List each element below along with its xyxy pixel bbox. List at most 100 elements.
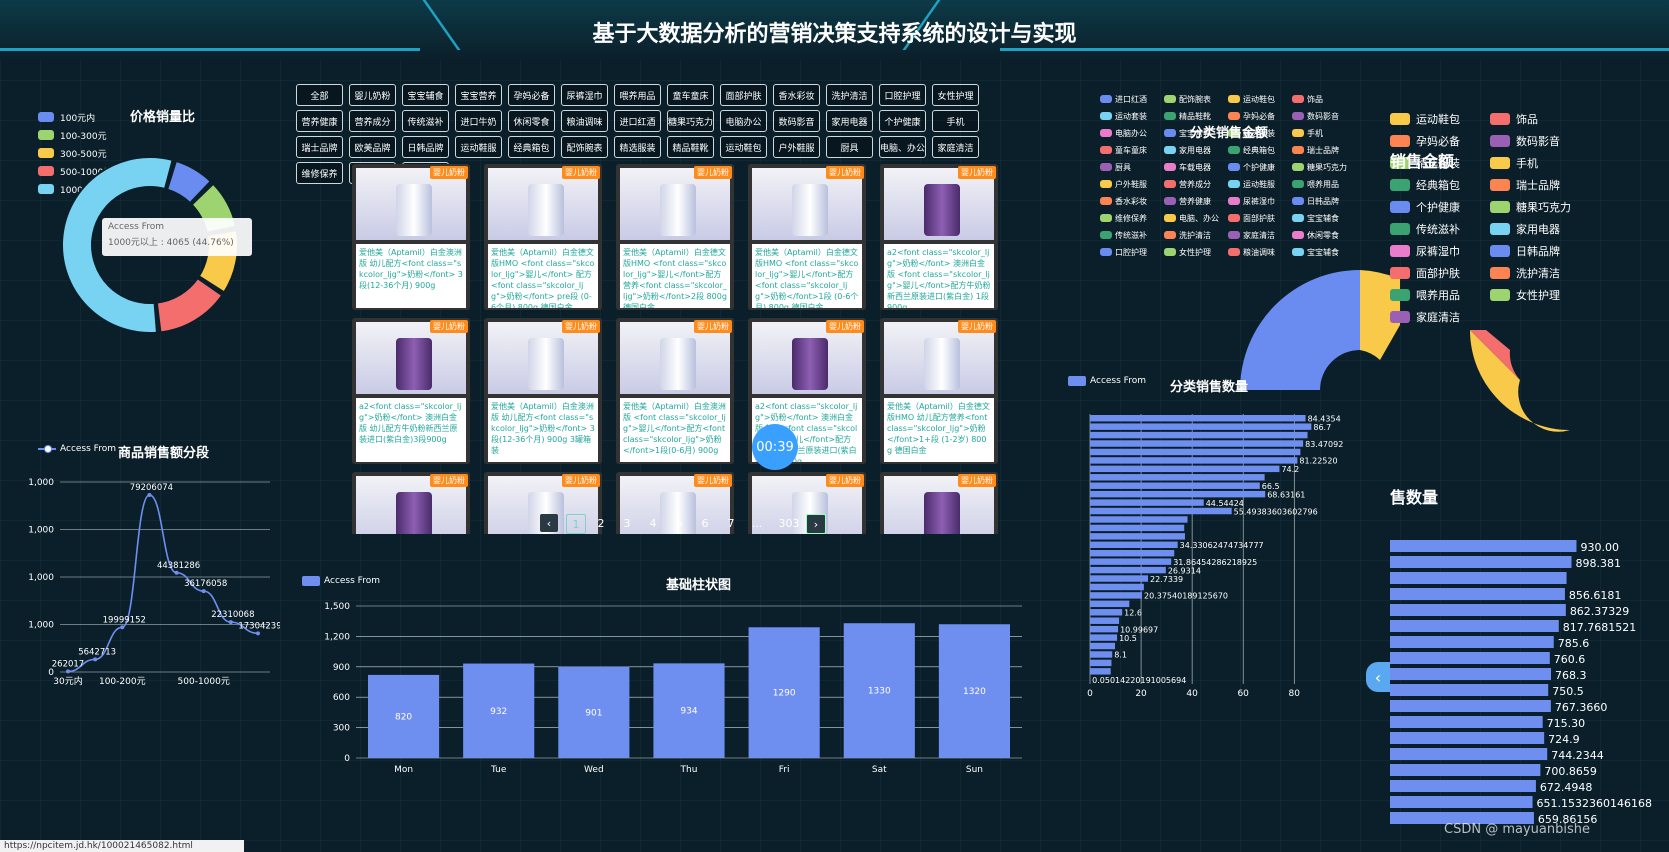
category-legend-item[interactable]: 个护健康 <box>1228 158 1275 176</box>
pager-page[interactable]: 6 <box>696 514 714 532</box>
category-button[interactable]: 营养健康 <box>296 110 343 132</box>
category-button[interactable]: 瑞士品牌 <box>296 136 343 158</box>
price-legend-item[interactable]: 100元内 <box>38 108 112 126</box>
category-button[interactable]: 个护健康 <box>879 110 926 132</box>
pager-page[interactable]: 4 <box>644 514 662 532</box>
category-legend-item[interactable]: 运动鞋包 <box>1228 90 1275 108</box>
category-button[interactable]: 厨具 <box>826 136 873 158</box>
category-button[interactable]: 婴儿奶粉 <box>349 84 396 106</box>
right-legend-item[interactable]: 饰品 <box>1490 110 1538 128</box>
category-button[interactable]: 面部护肤 <box>720 84 767 106</box>
category-sales-legend[interactable]: Access From <box>1068 376 1146 386</box>
category-legend-item[interactable]: 进口红酒 <box>1100 90 1147 108</box>
pager-next-button[interactable]: › <box>806 514 826 534</box>
right-legend-item[interactable]: 数码影音 <box>1490 132 1560 150</box>
category-legend-item[interactable]: 香水彩妆 <box>1100 192 1147 210</box>
category-legend-item[interactable]: 宝宝辅食 <box>1292 209 1339 227</box>
price-legend-item[interactable]: 100-300元 <box>38 126 112 144</box>
category-legend-item[interactable]: 电脑、办公 <box>1164 209 1219 227</box>
right-legend-item[interactable]: 糖果巧克力 <box>1490 198 1571 216</box>
product-card[interactable]: 婴儿奶粉 a2<font class="skcolor_ljg">奶粉</font… <box>352 318 470 464</box>
category-legend-item[interactable]: 日韩品牌 <box>1292 192 1339 210</box>
category-legend-item[interactable]: 手机 <box>1292 124 1323 142</box>
category-button[interactable]: 精品鞋靴 <box>667 136 714 158</box>
category-button[interactable]: 香水彩妆 <box>773 84 820 106</box>
category-legend-item[interactable]: 休闲零食 <box>1292 226 1339 244</box>
right-legend-item[interactable]: 传统滋补 <box>1390 220 1460 238</box>
category-button[interactable]: 欧美品牌 <box>349 136 396 158</box>
category-legend-item[interactable]: 尿裤湿巾 <box>1228 192 1275 210</box>
product-card[interactable]: 婴儿奶粉 爱他美（Aptamil）白金德文版HMO 幼儿配方营养<font cla… <box>880 318 998 464</box>
category-legend-item[interactable]: 糖果巧克力 <box>1292 158 1347 176</box>
category-legend-item[interactable]: 传统滋补 <box>1100 226 1147 244</box>
category-legend-item[interactable]: 营养成分 <box>1164 175 1211 193</box>
category-button[interactable]: 手机 <box>932 110 979 132</box>
product-card[interactable]: 婴儿奶粉 爱他美（Aptamil）白金德文版HMO <font class="sk… <box>484 164 602 310</box>
right-legend-item[interactable]: 个护健康 <box>1390 198 1460 216</box>
right-legend-item[interactable]: 家庭清洁 <box>1390 308 1460 326</box>
category-legend-item[interactable]: 数码影音 <box>1292 107 1339 125</box>
category-legend-item[interactable]: 车载电器 <box>1164 158 1211 176</box>
product-card[interactable]: 婴儿奶粉 <box>352 472 470 534</box>
right-legend-item[interactable]: 手机 <box>1490 154 1538 172</box>
category-button[interactable]: 休闲零食 <box>508 110 555 132</box>
product-card[interactable]: 婴儿奶粉 爱他美（Aptamil）白金澳洲版 幼儿配方<font class="s… <box>484 318 602 464</box>
category-legend-item[interactable]: 维修保养 <box>1100 209 1147 227</box>
product-card[interactable]: 婴儿奶粉 爱他美（Aptamil）白金德文版HMO <font class="sk… <box>616 164 734 310</box>
category-legend-item[interactable]: 厨具 <box>1100 158 1131 176</box>
product-card[interactable]: 婴儿奶粉 <box>880 472 998 534</box>
pager-prev-button[interactable]: ‹ <box>540 514 558 532</box>
category-button[interactable]: 运动鞋包 <box>720 136 767 158</box>
category-legend-item[interactable]: 家用电器 <box>1164 141 1211 159</box>
pager-page[interactable]: 7 <box>722 514 740 532</box>
category-button[interactable]: 维修保养 <box>296 162 343 184</box>
category-legend-item[interactable]: 户外鞋服 <box>1100 175 1147 193</box>
category-legend-item[interactable]: 运动鞋服 <box>1228 175 1275 193</box>
category-button[interactable]: 宝宝营养 <box>455 84 502 106</box>
bar-legend[interactable]: Access From <box>302 576 380 586</box>
category-button[interactable]: 进口红酒 <box>614 110 661 132</box>
category-button[interactable]: 配饰腕表 <box>561 136 608 158</box>
right-legend-item[interactable]: 喂养用品 <box>1390 286 1460 304</box>
right-legend-item[interactable]: 女性护理 <box>1490 286 1560 304</box>
product-card[interactable]: 婴儿奶粉 爱他美（Aptamil）白金德文版HMO <font class="sk… <box>748 164 866 310</box>
pager-page[interactable]: 303 <box>776 514 802 532</box>
right-legend-item[interactable]: 家用电器 <box>1490 220 1560 238</box>
right-legend-item[interactable]: 洗护清洁 <box>1490 264 1560 282</box>
category-button[interactable]: 糖果巧克力 <box>667 110 714 132</box>
product-card[interactable]: 婴儿奶粉 爱他美（Aptamil）白金澳洲版 幼儿配方<font class="s… <box>352 164 470 310</box>
category-legend-item[interactable]: 配饰腕表 <box>1164 90 1211 108</box>
category-legend-item[interactable]: 营养健康 <box>1164 192 1211 210</box>
category-button[interactable]: 日韩品牌 <box>402 136 449 158</box>
category-button[interactable]: 尿裤湿巾 <box>561 84 608 106</box>
category-button[interactable]: 经典箱包 <box>508 136 555 158</box>
category-button[interactable]: 孕妈必备 <box>508 84 555 106</box>
right-legend-item[interactable]: 经典箱包 <box>1390 176 1460 194</box>
category-legend-item[interactable]: 瑞士品牌 <box>1292 141 1339 159</box>
category-legend-item[interactable]: 喂养用品 <box>1292 175 1339 193</box>
category-legend-item[interactable]: 电脑办公 <box>1100 124 1147 142</box>
product-card[interactable]: 婴儿奶粉 a2<font class="skcolor_ljg">奶粉</font… <box>880 164 998 310</box>
category-button[interactable]: 户外鞋服 <box>773 136 820 158</box>
right-legend-item[interactable]: 瑞士品牌 <box>1490 176 1560 194</box>
category-button[interactable]: 传统滋补 <box>402 110 449 132</box>
timer-badge[interactable]: 00:39 <box>752 424 798 470</box>
line-legend[interactable]: Access From <box>38 444 116 454</box>
category-button[interactable]: 营养成分 <box>349 110 396 132</box>
product-card[interactable]: 婴儿奶粉 爱他美（Aptamil）白金澳洲版 <font class="skcol… <box>616 318 734 464</box>
category-legend-item[interactable]: 童车童床 <box>1100 141 1147 159</box>
category-button[interactable]: 电脑、办公 <box>879 136 926 158</box>
category-legend-item[interactable]: 运动套装 <box>1100 107 1147 125</box>
category-button[interactable]: 宝宝辅食 <box>402 84 449 106</box>
pager-page[interactable]: 2 <box>592 514 610 532</box>
collapse-button[interactable]: ‹ <box>1366 662 1390 692</box>
category-button[interactable]: 粮油调味 <box>561 110 608 132</box>
category-button[interactable]: 女性护理 <box>932 84 979 106</box>
category-button[interactable]: 童车童床 <box>667 84 714 106</box>
pager-page[interactable]: 5 <box>670 514 688 532</box>
category-legend-item[interactable]: 经典箱包 <box>1228 141 1275 159</box>
category-button[interactable]: 运动鞋服 <box>455 136 502 158</box>
category-button[interactable]: 洗护清洁 <box>826 84 873 106</box>
right-legend-item[interactable]: 面部护肤 <box>1390 264 1460 282</box>
category-legend-item[interactable]: 洗护清洁 <box>1164 226 1211 244</box>
